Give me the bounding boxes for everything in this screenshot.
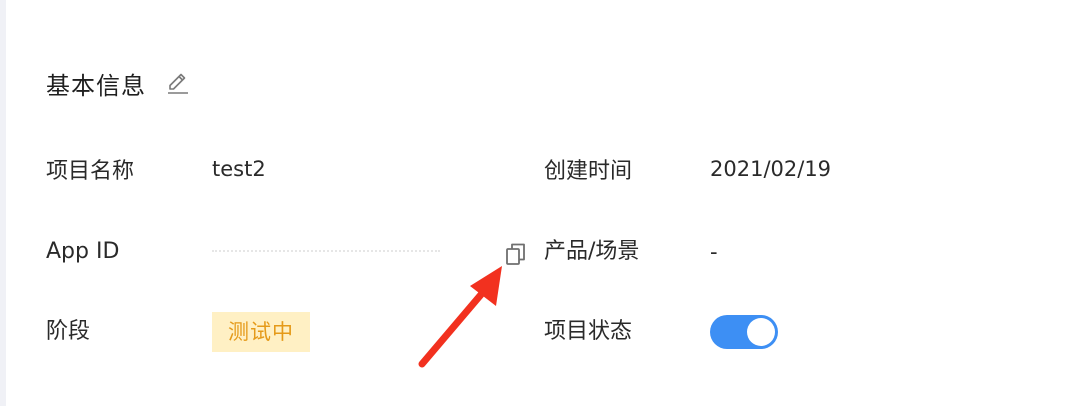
created-time-value: 2021/02/19 (710, 157, 832, 181)
project-status-label: 项目状态 (544, 319, 633, 344)
basic-info-card: 基本信息 项目名称 test2 App ID 阶段 测试中 创建时间 2021/… (6, 0, 1080, 406)
stage-label: 阶段 (46, 319, 91, 344)
app-id-label: App ID (46, 239, 120, 264)
toggle-knob (747, 318, 775, 346)
red-arrow (418, 266, 502, 368)
section-title: 基本信息 (46, 72, 146, 100)
project-name-label: 项目名称 (46, 159, 135, 184)
app-id-value-masked (212, 250, 440, 252)
created-time-label: 创建时间 (544, 159, 633, 184)
project-name-value: test2 (212, 157, 266, 181)
product-scene-value: - (710, 240, 718, 264)
stage-status-badge: 测试中 (212, 312, 310, 352)
product-scene-label: 产品/场景 (544, 239, 640, 264)
edit-icon[interactable] (166, 70, 190, 96)
project-status-toggle[interactable] (710, 315, 778, 349)
